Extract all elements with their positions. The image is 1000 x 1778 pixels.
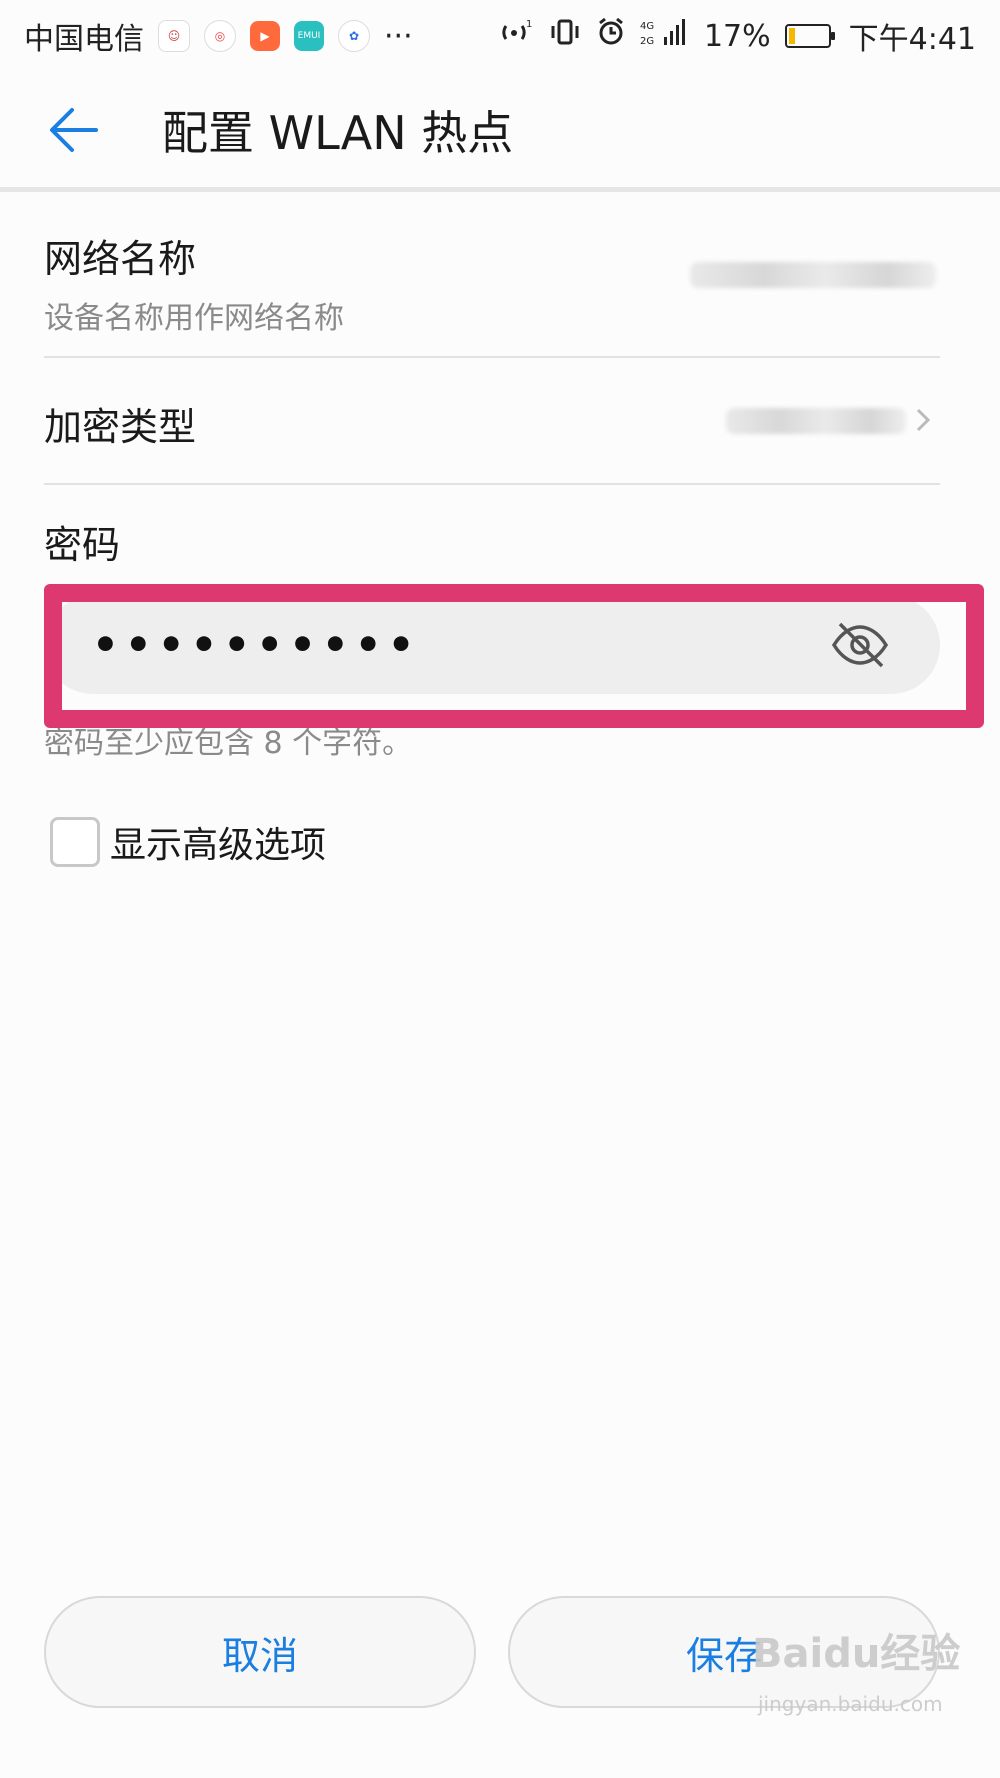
emui-app-icon: EMUI <box>294 21 324 51</box>
video-app-icon: ▶ <box>250 21 280 51</box>
more-notifications-icon: ··· <box>384 18 413 54</box>
baidu-watermark-logo: Baidu经验 <box>752 1631 961 1677</box>
advanced-options-label: 显示高级选项 <box>110 825 327 866</box>
divider <box>44 483 940 485</box>
show-advanced-options[interactable]: 显示高级选项 <box>50 816 326 868</box>
page-title: 配置 WLAN 热点 <box>162 105 514 160</box>
vibrate-icon <box>548 17 582 55</box>
battery-icon <box>784 24 835 48</box>
baidu-watermark-url: jingyan.baidu.com <box>758 1692 943 1716</box>
toggle-password-visibility-button[interactable] <box>828 613 892 677</box>
signal-icon: 4G 2G <box>640 17 690 55</box>
weibo-app-icon: ◎ <box>204 20 236 52</box>
carrier-label: 中国电信 <box>24 22 144 57</box>
status-right: 1 4G 2G 17% 下午4:41 <box>500 14 976 58</box>
password-label: 密码 <box>44 523 121 567</box>
alarm-icon <box>596 17 626 55</box>
password-row: 密码 <box>44 514 940 569</box>
baidu-app-icon: ✿ <box>338 20 370 52</box>
eye-off-icon <box>831 622 889 668</box>
status-bar: 中国电信 ☺ ◎ ▶ EMUI ✿ ··· 1 4G 2G 17% 下午4:41 <box>0 0 1000 72</box>
back-arrow-icon <box>50 107 98 152</box>
network-name-subtitle: 设备名称用作网络名称 <box>44 301 344 336</box>
advanced-options-checkbox[interactable] <box>50 817 100 867</box>
back-button[interactable] <box>36 92 112 168</box>
svg-text:1: 1 <box>526 19 532 30</box>
clock: 下午4:41 <box>848 22 976 57</box>
encryption-type-value-redacted <box>726 408 906 434</box>
chevron-right-icon <box>912 404 934 440</box>
svg-text:4G: 4G <box>640 21 654 32</box>
password-input[interactable]: •••••••••• <box>44 596 940 694</box>
battery-percent: 17% <box>703 18 771 54</box>
network-name-value-redacted <box>690 262 936 288</box>
password-hint: 密码至少应包含 8 个字符。 <box>44 726 413 761</box>
hotspot-icon: 1 <box>500 17 534 55</box>
app-bar: 配置 WLAN 热点 <box>0 72 1000 192</box>
wechat-app-icon: ☺ <box>158 20 190 52</box>
cancel-button[interactable]: 取消 <box>44 1596 476 1708</box>
svg-text:2G: 2G <box>640 36 654 47</box>
battery-fill <box>788 28 795 44</box>
divider <box>44 356 940 358</box>
password-value: •••••••••• <box>92 620 421 669</box>
status-left: 中国电信 ☺ ◎ ▶ EMUI ✿ ··· <box>24 14 413 58</box>
